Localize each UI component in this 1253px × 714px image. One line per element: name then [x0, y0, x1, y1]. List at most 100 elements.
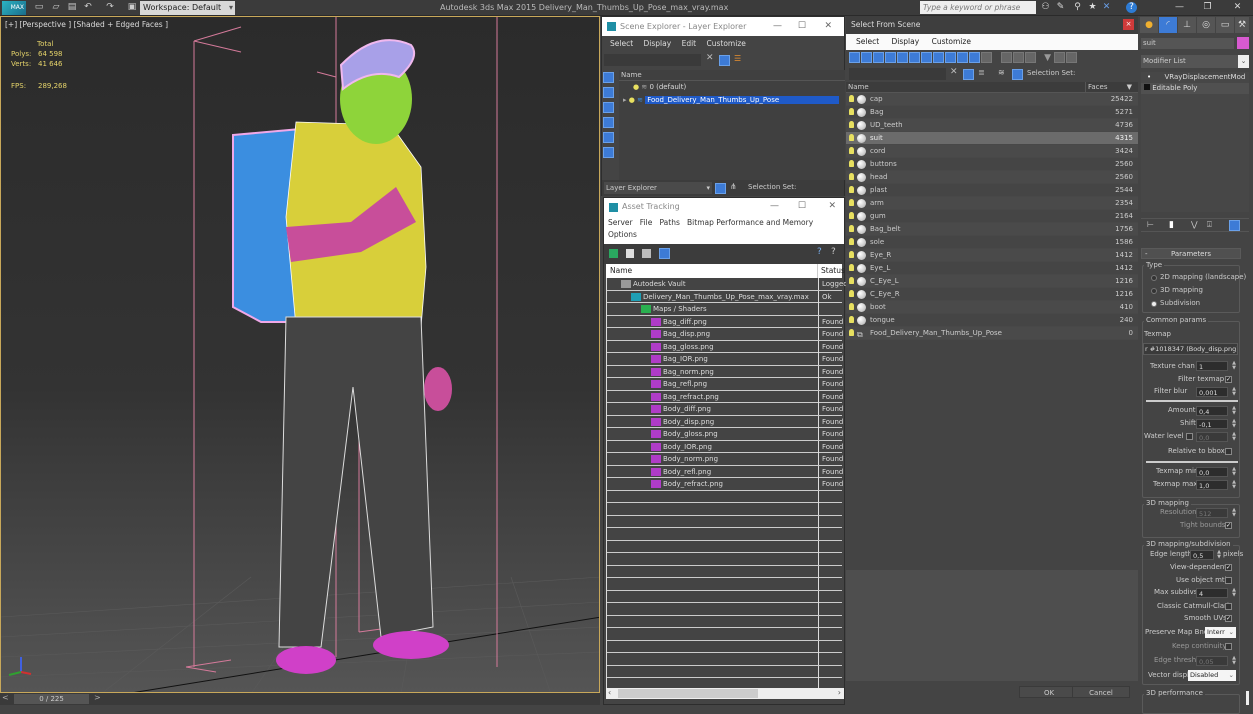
object-row[interactable]: buttons 2560 — [846, 158, 1138, 171]
column-name-header[interactable]: Name — [619, 70, 845, 81]
object-row-selected[interactable]: suit 4315 — [846, 132, 1138, 145]
lightbulb-icon[interactable] — [849, 212, 854, 219]
asset-row[interactable]: Body_gloss.png Found — [607, 428, 843, 441]
scroll-left-icon[interactable]: ‹ — [608, 688, 611, 697]
panel-scrollbar[interactable] — [1246, 691, 1249, 705]
water-level-checkbox[interactable] — [1186, 433, 1193, 440]
object-row[interactable]: Eye_R 1412 — [846, 249, 1138, 262]
wrench-icon[interactable]: ✎ — [1055, 2, 1066, 13]
texmap-max-input[interactable]: 1,0 — [1196, 480, 1228, 490]
asset-row[interactable]: Bag_refract.png Found — [607, 390, 843, 403]
edge-length-spinner[interactable]: ▲ ▼ — [1216, 550, 1222, 560]
xrefs-filter-icon[interactable] — [933, 52, 944, 63]
filter-blur-spinner[interactable]: ▲ ▼ — [1231, 387, 1237, 397]
object-row[interactable]: gum 2164 — [846, 210, 1138, 223]
asset-row[interactable]: Bag_gloss.png Found — [607, 340, 843, 353]
object-search-input[interactable] — [849, 68, 946, 80]
lightbulb-icon[interactable] — [849, 238, 854, 245]
filter-funnel-icon[interactable]: ▼ — [1044, 53, 1051, 63]
object-row[interactable]: Bag 5271 — [846, 106, 1138, 119]
max-subdivs-spinner[interactable]: ▲ ▼ — [1231, 588, 1237, 598]
lightbulb-icon[interactable] — [849, 108, 854, 115]
asset-tracking-titlebar[interactable]: Asset Tracking — ☐ ✕ — [604, 198, 844, 215]
save-icon[interactable]: ▤ — [66, 2, 78, 13]
lightbulb-icon[interactable] — [849, 316, 854, 323]
asset-row[interactable]: Body_diff.png Found — [607, 403, 843, 416]
restore-icon[interactable]: ❐ — [1202, 2, 1213, 13]
relative-bbox-checkbox[interactable] — [1225, 448, 1232, 455]
texture-chan-input[interactable]: 1 — [1196, 361, 1228, 371]
minimize-icon[interactable]: — — [770, 198, 779, 215]
asset-row[interactable]: Maps / Shaders — [607, 303, 842, 316]
detail-view-icon[interactable] — [642, 249, 651, 258]
asset-row[interactable]: Body_refract.png Found — [607, 478, 843, 491]
ok-button[interactable]: OK — [1019, 686, 1079, 698]
water-level-input[interactable]: 0,0 — [1196, 432, 1228, 442]
display-geometry-icon[interactable] — [603, 72, 614, 83]
prev-frame-button[interactable]: < — [2, 693, 9, 702]
max-subdivs-input[interactable]: 4 — [1196, 588, 1228, 598]
edge-length-input[interactable]: 0,5 — [1190, 550, 1214, 560]
time-slider[interactable]: 0 / 225 — [14, 694, 89, 704]
shift-spinner[interactable]: ▲ ▼ — [1231, 419, 1237, 429]
sort-by-layer-icon[interactable] — [715, 183, 726, 194]
asset-row[interactable]: Body_refl.png Found — [607, 465, 843, 478]
edge-thresh-spinner[interactable]: ▲ ▼ — [1231, 656, 1237, 666]
object-row[interactable]: ⧉ Food_Delivery_Man_Thumbs_Up_Pose 0 — [846, 327, 1138, 340]
display-invert-icon[interactable] — [1024, 52, 1036, 63]
classic-cc-checkbox[interactable] — [1225, 603, 1232, 610]
modifier-list-dropdown[interactable]: Modifier List ⌄ — [1141, 55, 1249, 68]
object-color-swatch[interactable] — [1237, 37, 1249, 49]
radio-3d-mapping[interactable] — [1151, 288, 1157, 294]
stack-item[interactable]: • VRayDisplacementMod — [1141, 72, 1249, 83]
refresh-icon[interactable] — [609, 249, 618, 258]
modify-tab-icon[interactable]: ◜ — [1159, 17, 1177, 33]
object-row[interactable]: boot 410 — [846, 301, 1138, 314]
lightbulb-icon[interactable] — [849, 264, 854, 271]
menu-paths[interactable]: Paths — [659, 218, 679, 227]
object-row[interactable]: plast 2544 — [846, 184, 1138, 197]
display-shapes-icon[interactable] — [603, 87, 614, 98]
display-cameras-icon[interactable] — [603, 117, 614, 128]
asset-row[interactable]: Bag_IOR.png Found — [607, 353, 843, 366]
water-level-spinner[interactable]: ▲ ▼ — [1231, 432, 1237, 442]
display-all-icon[interactable] — [1000, 52, 1012, 63]
maximize-icon[interactable]: ☐ — [798, 17, 806, 36]
help-icon[interactable]: ? — [817, 247, 822, 257]
binoculars-icon[interactable]: ⚇ — [1040, 2, 1051, 13]
redo-icon[interactable]: ↷ — [104, 2, 116, 13]
object-row[interactable]: Eye_L 1412 — [846, 262, 1138, 275]
filter-blur-input[interactable]: 0,001 — [1196, 387, 1228, 397]
star-icon[interactable]: ★ — [1087, 2, 1098, 13]
asset-row[interactable]: Bag_diff.png Found — [607, 315, 843, 328]
shapes-filter-icon[interactable] — [861, 52, 872, 63]
radio-subdivision[interactable] — [1151, 301, 1157, 307]
select-from-scene-titlebar[interactable]: Select From Scene × — [846, 16, 1138, 34]
texmap-min-input[interactable]: 0,0 — [1196, 467, 1228, 477]
asset-row[interactable]: Body_norm.png Found — [607, 453, 843, 466]
configure-sets-icon[interactable] — [1229, 220, 1240, 231]
spacewarps-filter-icon[interactable] — [909, 52, 920, 63]
menu-display[interactable]: Display — [892, 37, 920, 46]
maximize-icon[interactable]: ☐ — [798, 198, 806, 215]
lightbulb-icon[interactable] — [849, 147, 854, 154]
menu-edit[interactable]: Edit — [682, 39, 697, 48]
clear-search-icon[interactable]: ✕ — [950, 67, 958, 77]
clear-search-icon[interactable]: ✕ — [706, 53, 714, 63]
object-row[interactable]: C_Eye_L 1216 — [846, 275, 1138, 288]
containers-filter-icon[interactable] — [957, 52, 968, 63]
menu-select[interactable]: Select — [610, 39, 633, 48]
helpers-filter-icon[interactable] — [897, 52, 908, 63]
lightbulb-icon[interactable] — [849, 329, 854, 336]
scrollbar-thumb[interactable] — [618, 689, 758, 698]
lightbulb-icon[interactable] — [849, 121, 854, 128]
frozen-filter-icon[interactable] — [969, 52, 980, 63]
column-name-header[interactable]: Name — [610, 264, 632, 278]
object-row[interactable]: tongue 240 — [846, 314, 1138, 327]
shift-input[interactable]: -0,1 — [1196, 419, 1228, 429]
texmap-max-spinner[interactable]: ▲ ▼ — [1231, 480, 1237, 490]
sort-by-hierarchy-icon[interactable]: ⋔ — [730, 182, 737, 191]
motion-tab-icon[interactable]: ◎ — [1197, 17, 1215, 33]
asset-row[interactable]: Body_disp.png Found — [607, 415, 843, 428]
minimize-icon[interactable]: — — [1174, 2, 1185, 13]
